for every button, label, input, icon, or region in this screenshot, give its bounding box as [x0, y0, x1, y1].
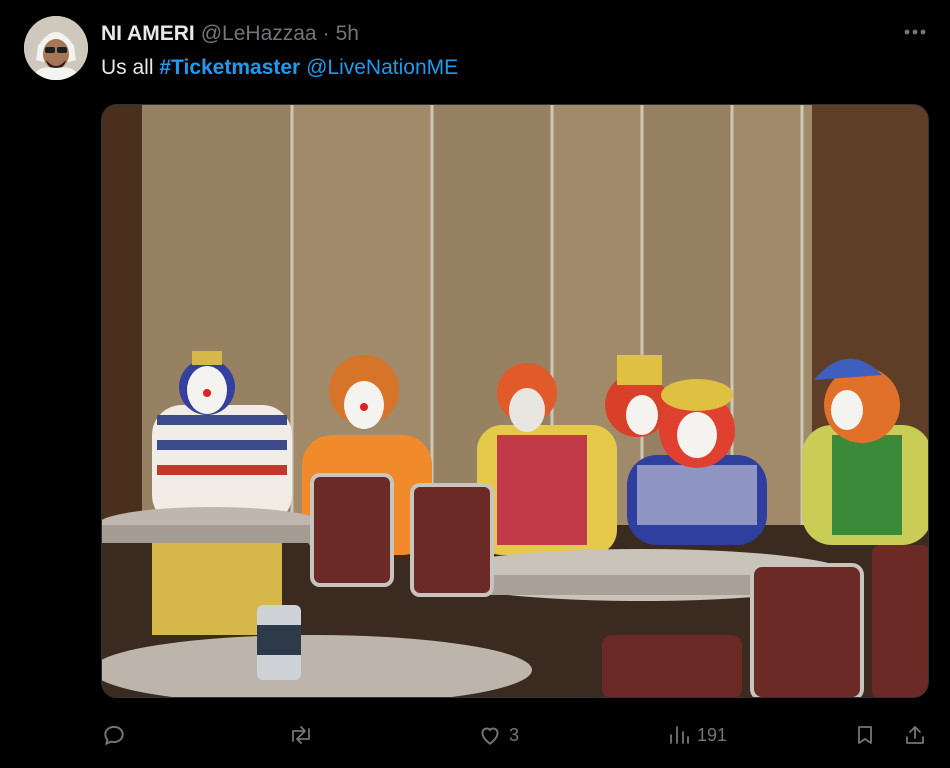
tweet-timestamp[interactable]: 5h [336, 22, 359, 46]
views-button[interactable]: 191 [667, 718, 727, 752]
more-dots-icon[interactable] [902, 22, 928, 42]
like-button[interactable]: 3 [477, 718, 519, 752]
reply-button[interactable] [101, 718, 133, 752]
repost-button[interactable] [287, 718, 321, 752]
views-count: 191 [697, 724, 728, 745]
tweet-text-prefix: Us all [101, 56, 154, 79]
tweet-text: Us all #Ticketmaster @LiveNationME [101, 54, 458, 82]
photo-clowns-seated [102, 105, 928, 697]
user-avatar[interactable] [24, 16, 88, 80]
reply-icon [101, 722, 127, 748]
tweet-header: NI AMERI @LeHazzaa · 5h [101, 20, 359, 48]
repost-icon [287, 722, 315, 748]
views-chart-icon [667, 722, 691, 748]
avatar-image [24, 16, 88, 80]
tweet: NI AMERI @LeHazzaa · 5h Us all #Ticketma… [0, 0, 950, 768]
bookmark-button[interactable] [853, 718, 877, 752]
tweet-media-photo[interactable] [101, 104, 929, 698]
like-count: 3 [509, 724, 520, 745]
display-name[interactable]: NI AMERI [101, 22, 195, 46]
share-button[interactable] [903, 718, 927, 752]
bookmark-icon [853, 722, 877, 748]
share-icon [903, 722, 927, 748]
heart-icon [477, 722, 503, 748]
tweet-actions: 3 191 [101, 718, 929, 752]
mention-link[interactable]: @LiveNationME [306, 56, 458, 79]
user-handle[interactable]: @LeHazzaa [201, 22, 317, 46]
hashtag-link[interactable]: #Ticketmaster [159, 56, 300, 79]
separator-dot: · [322, 22, 330, 45]
